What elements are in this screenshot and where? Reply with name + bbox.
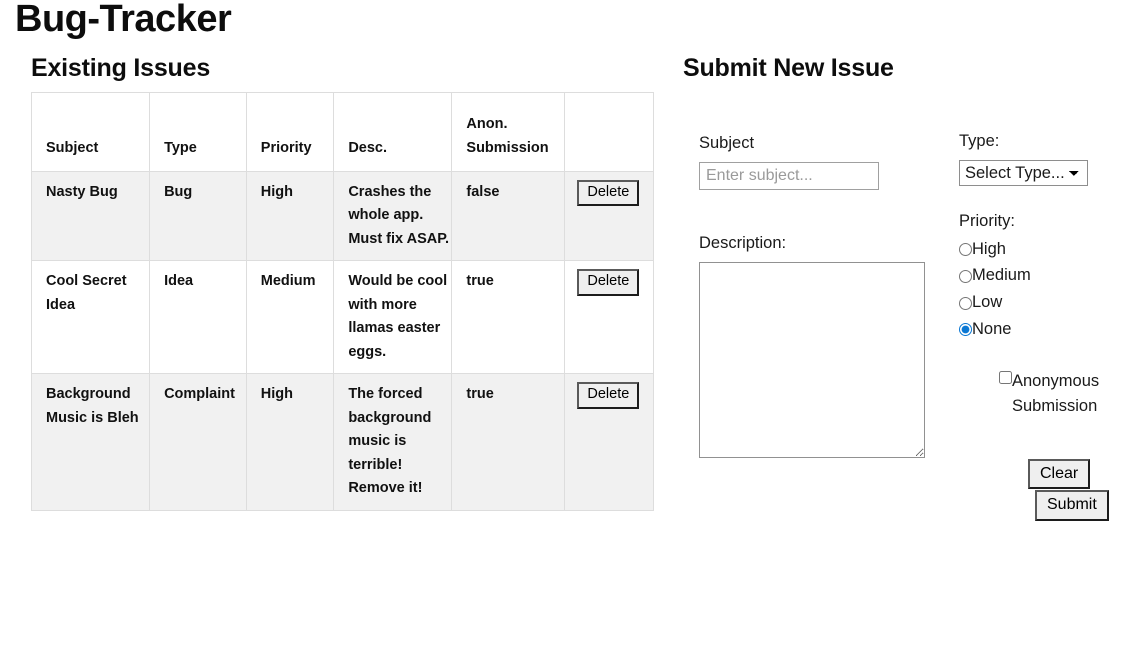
submit-issue-pane: Submit New Issue Subject Description: Ty… <box>683 54 1123 521</box>
description-textarea[interactable] <box>699 261 925 458</box>
subject-label: Subject <box>699 134 755 152</box>
priority-option-high[interactable]: High <box>959 240 1123 260</box>
existing-issues-heading: Existing Issues <box>31 54 211 82</box>
cell-anon: true <box>451 373 566 511</box>
column-header-type: Type <box>149 92 247 172</box>
existing-issues-pane: Existing Issues Subject Type Priority De… <box>30 54 671 511</box>
cell-priority: High <box>245 373 335 511</box>
cell-priority: Medium <box>245 260 335 375</box>
priority-option-none[interactable]: None <box>959 320 1123 340</box>
anonymous-submission-field[interactable]: Anonymous Submission <box>999 369 1105 419</box>
delete-button[interactable]: Delete <box>577 382 640 409</box>
anonymous-label[interactable]: Anonymous Submission <box>1012 369 1105 419</box>
cell-actions: Delete <box>564 170 654 262</box>
cell-actions: Delete <box>564 373 654 511</box>
table-row: Nasty Bug Bug High Crashes the whole app… <box>30 170 654 262</box>
anonymous-checkbox[interactable] <box>999 370 1012 384</box>
priority-option-low[interactable]: Low <box>959 293 1123 313</box>
cell-desc: Crashes the whole app. Must fix ASAP. <box>333 170 453 262</box>
description-label: Description: <box>699 233 787 252</box>
form-left-column: Subject Description: <box>699 134 949 458</box>
clear-button[interactable]: Clear <box>1028 459 1091 490</box>
cell-type: Idea <box>149 260 247 375</box>
cell-desc: Would be cool with more llamas easter eg… <box>333 260 453 375</box>
table-header-row: Subject Type Priority Desc. Anon. Submis… <box>30 92 654 172</box>
priority-label-low[interactable]: Low <box>972 293 1002 313</box>
table-row: Background Music is Bleh Complaint High … <box>30 373 654 511</box>
cell-type: Complaint <box>149 373 247 511</box>
column-header-anon: Anon. Submission <box>451 92 566 172</box>
priority-radio-low[interactable] <box>959 296 972 310</box>
column-header-priority: Priority <box>245 92 335 172</box>
cell-desc: The forced background music is terrible!… <box>333 373 453 511</box>
priority-radio-medium[interactable] <box>959 269 972 283</box>
priority-option-medium[interactable]: Medium <box>959 266 1123 286</box>
submit-issue-heading: Submit New Issue <box>683 54 894 82</box>
issues-table: Subject Type Priority Desc. Anon. Submis… <box>30 92 654 511</box>
page-title: Bug-Tracker <box>15 0 232 40</box>
delete-button[interactable]: Delete <box>577 180 640 207</box>
cell-anon: true <box>451 260 566 375</box>
column-header-subject: Subject <box>30 92 151 172</box>
cell-subject: Cool Secret Idea <box>30 260 151 375</box>
cell-priority: High <box>245 170 335 262</box>
column-header-desc: Desc. <box>333 92 453 172</box>
subject-input[interactable] <box>699 161 879 190</box>
column-header-actions <box>564 92 654 172</box>
type-select[interactable]: Select Type... <box>959 159 1088 186</box>
form-right-column: Type: Select Type... Priority: High Medi… <box>959 132 1123 521</box>
submit-button[interactable]: Submit <box>1035 490 1109 521</box>
priority-label-medium[interactable]: Medium <box>972 266 1031 286</box>
cell-anon: false <box>451 170 566 262</box>
cell-subject: Background Music is Bleh <box>30 373 151 511</box>
table-row: Cool Secret Idea Idea Medium Would be co… <box>30 260 654 375</box>
priority-label: Priority: <box>959 211 1015 230</box>
cell-type: Bug <box>149 170 247 262</box>
priority-label-high[interactable]: High <box>972 240 1006 260</box>
form-action-buttons: Clear Submit <box>1028 459 1138 521</box>
delete-button[interactable]: Delete <box>577 269 640 296</box>
priority-radio-none[interactable] <box>959 323 972 337</box>
cell-subject: Nasty Bug <box>30 170 151 262</box>
priority-radio-high[interactable] <box>959 242 972 256</box>
priority-label-none[interactable]: None <box>972 320 1011 340</box>
type-label: Type: <box>959 132 1000 150</box>
cell-actions: Delete <box>564 260 654 375</box>
